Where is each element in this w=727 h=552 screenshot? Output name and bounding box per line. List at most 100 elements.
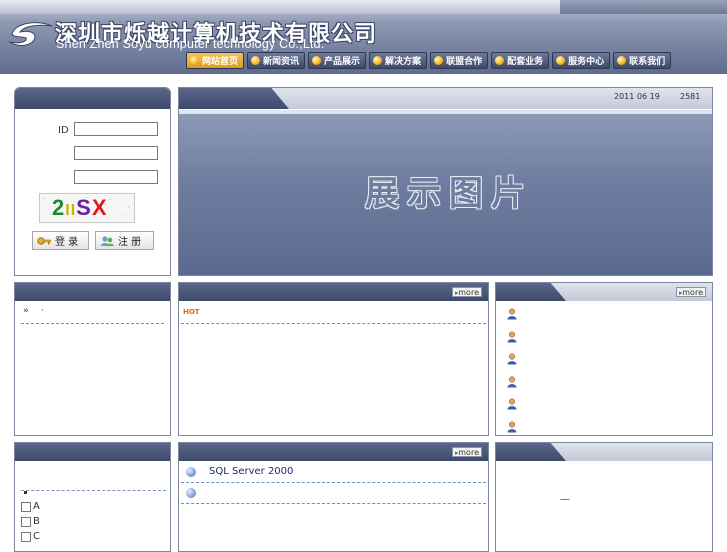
- captcha-char: S: [76, 195, 92, 220]
- login-panel-title: [15, 88, 170, 109]
- list-divider: [181, 323, 486, 324]
- id-label: ID: [58, 125, 69, 136]
- survey-option[interactable]: A: [21, 499, 40, 514]
- hot-news-title: [179, 283, 488, 301]
- register-button-label: 注 册: [118, 237, 142, 248]
- nav-bullet-icon: [434, 56, 444, 65]
- login-button[interactable]: 登 录: [32, 231, 89, 250]
- person-list-item[interactable]: [507, 398, 517, 413]
- nav-news[interactable]: 新闻资讯: [247, 52, 306, 69]
- banner-date: 2011 06 19: [614, 92, 660, 101]
- more-button[interactable]: more: [452, 287, 482, 298]
- checkbox[interactable]: [21, 516, 31, 527]
- login-panel: ID 2IISX 登 录 注 册: [14, 87, 171, 276]
- survey-options: A B C: [21, 499, 40, 544]
- list-divider: [181, 503, 486, 504]
- user-icon: [507, 331, 517, 343]
- user-icon: [507, 398, 517, 410]
- nav-bullet-icon: [495, 56, 505, 65]
- nav-label: 联盟合作: [446, 57, 483, 67]
- survey-panel: A B C: [14, 442, 171, 552]
- nav-bullet-icon: [617, 56, 627, 65]
- survey-option-label: C: [33, 531, 40, 542]
- password-input[interactable]: [74, 146, 158, 160]
- survey-option[interactable]: C: [21, 529, 40, 544]
- nav-solutions[interactable]: 解决方案: [369, 52, 428, 69]
- nav-label: 产品展示: [324, 57, 361, 67]
- user-icon: [507, 376, 517, 388]
- nav-label: 解决方案: [385, 57, 422, 67]
- nav-label: 服务中心: [568, 57, 605, 67]
- tech-article-panel: more SQL Server 2000: [178, 442, 489, 552]
- survey-divider: [21, 490, 166, 491]
- people-tab: [496, 283, 566, 301]
- survey-option[interactable]: B: [21, 514, 40, 529]
- friend-link[interactable]: —: [560, 494, 570, 505]
- checkbox[interactable]: [21, 531, 31, 542]
- nav-alliance[interactable]: 联盟合作: [430, 52, 489, 69]
- banner-title: 展示图片: [365, 174, 533, 214]
- captcha-char: 2: [52, 195, 66, 220]
- banner-image: 展示图片: [179, 110, 712, 275]
- nav-service-center[interactable]: 服务中心: [552, 52, 611, 69]
- survey-option-label: A: [33, 501, 40, 512]
- people-panel: more: [495, 282, 713, 436]
- captcha-text: 2IISX: [52, 195, 108, 221]
- register-button[interactable]: 注 册: [95, 231, 154, 250]
- captcha-char: II: [65, 202, 77, 219]
- links-panel: —: [495, 442, 713, 552]
- links-title-bar: [496, 443, 712, 461]
- user-icon: [507, 421, 517, 433]
- links-tab: [496, 443, 566, 461]
- company-name-english: Shen Zhen Soyu computer technology Co.,L…: [56, 37, 325, 51]
- main-navigation: 网站首页 新闻资讯 产品展示 解决方案 联盟合作 配套业务 服务中心 联系我们: [186, 52, 672, 69]
- article-link[interactable]: SQL Server 2000: [209, 466, 293, 477]
- nav-products[interactable]: 产品展示: [308, 52, 367, 69]
- nav-bullet-icon: [251, 56, 261, 65]
- person-list-item[interactable]: [507, 331, 517, 346]
- nav-label: 联系我们: [629, 57, 666, 67]
- company-logo-icon: [8, 22, 53, 46]
- visit-counter: 2581: [680, 92, 701, 101]
- article-bullet-icon: [186, 488, 196, 498]
- person-list-item[interactable]: [507, 376, 517, 391]
- nav-bullet-icon: [190, 56, 199, 65]
- nav-label: 配套业务: [507, 57, 544, 67]
- left-list-panel: » ·: [14, 282, 171, 436]
- user-icon: [507, 308, 517, 320]
- person-list-item[interactable]: [507, 421, 517, 436]
- nav-services-business[interactable]: 配套业务: [491, 52, 550, 69]
- nav-bullet-icon: [312, 56, 322, 65]
- survey-option-label: B: [33, 516, 40, 527]
- nav-contact[interactable]: 联系我们: [613, 52, 672, 69]
- nav-label: 新闻资讯: [263, 57, 300, 67]
- hot-badge: HOT: [183, 308, 200, 316]
- banner-tab: [179, 88, 289, 109]
- survey-question-marker: [24, 491, 27, 494]
- survey-title: [15, 443, 170, 461]
- nav-bullet-icon: [373, 56, 383, 65]
- banner-panel: 2011 06 19 2581 展示图片: [178, 87, 713, 276]
- list-bullet-icon: »: [23, 306, 29, 316]
- left-list-title: [15, 283, 170, 301]
- person-list-item[interactable]: [507, 308, 517, 323]
- article-bullet-icon: [186, 467, 196, 477]
- id-input[interactable]: [74, 122, 158, 136]
- header-top-strip-dark: [560, 0, 727, 14]
- tech-article-title: [179, 443, 488, 461]
- hot-news-panel: more HOT: [178, 282, 489, 436]
- captcha-input[interactable]: [74, 170, 158, 184]
- more-button[interactable]: more: [676, 287, 706, 298]
- banner-highlight: [179, 110, 712, 114]
- person-list-item[interactable]: [507, 353, 517, 368]
- checkbox[interactable]: [21, 501, 31, 512]
- captcha-char: X: [91, 195, 108, 220]
- list-divider: [181, 482, 486, 483]
- login-button-label: 登 录: [55, 237, 79, 248]
- list-item[interactable]: ·: [41, 306, 44, 316]
- list-divider: [21, 323, 164, 324]
- user-icon: [507, 353, 517, 365]
- captcha-image[interactable]: 2IISX: [39, 193, 135, 223]
- more-button[interactable]: more: [452, 447, 482, 458]
- nav-home[interactable]: 网站首页: [186, 52, 245, 69]
